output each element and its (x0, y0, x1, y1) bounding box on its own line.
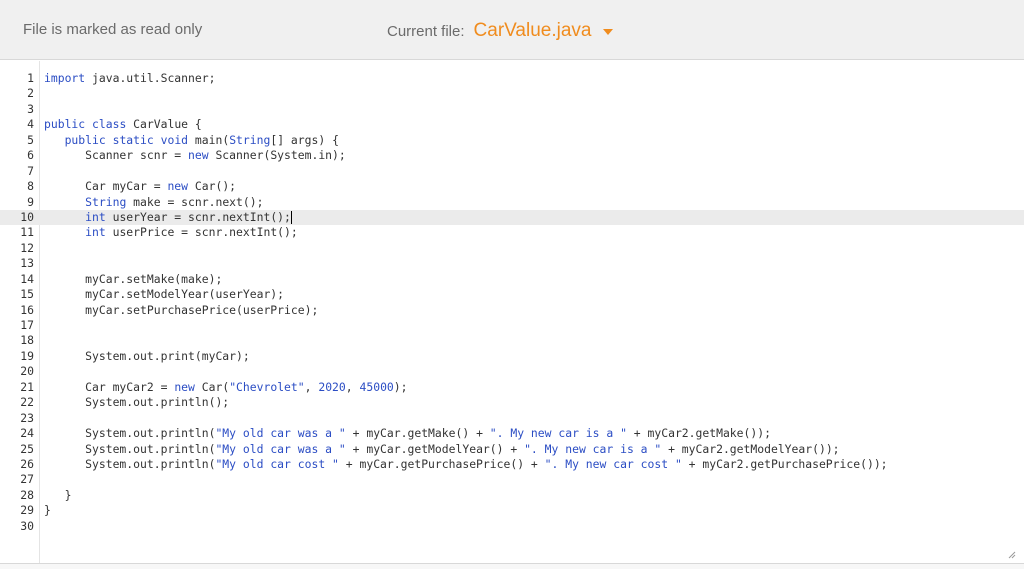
code-text[interactable]: System.out.print(myCar); (44, 349, 250, 364)
code-line[interactable]: 23 (0, 411, 1024, 426)
code-text[interactable]: } (44, 488, 72, 503)
line-number: 22 (20, 395, 34, 410)
code-line[interactable]: 16 myCar.setPurchasePrice(userPrice); (0, 303, 1024, 318)
code-line[interactable]: 14 myCar.setMake(make); (0, 272, 1024, 287)
code-text[interactable]: import java.util.Scanner; (44, 71, 215, 86)
code-line[interactable]: 22 System.out.println(); (0, 395, 1024, 410)
code-editor[interactable]: 1 import java.util.Scanner; 2 3 4 public clas… (0, 61, 1024, 563)
line-number: 21 (20, 379, 34, 394)
code-text[interactable]: myCar.setPurchasePrice(userPrice); (44, 303, 318, 318)
code-line[interactable]: 18 (0, 333, 1024, 348)
line-number: 17 (20, 318, 34, 332)
line-number: 8 (27, 179, 34, 194)
code-line[interactable]: 21 Car myCar2 = new Car("Chevrolet", 202… (0, 380, 1024, 395)
code-line[interactable]: 20 (0, 364, 1024, 379)
code-text[interactable]: Scanner scnr = new Scanner(System.in); (44, 148, 346, 163)
code-line[interactable]: 1 import java.util.Scanner; (0, 71, 1024, 86)
line-number: 13 (20, 256, 34, 271)
code-text[interactable]: public class CarValue { (44, 117, 202, 132)
code-line[interactable]: 5 public static void main(String[] args)… (0, 133, 1024, 148)
code-text[interactable]: Car myCar = new Car(); (44, 179, 236, 194)
code-line[interactable]: 8 Car myCar = new Car(); (0, 179, 1024, 194)
chevron-down-icon[interactable] (603, 29, 614, 35)
line-number: 20 (20, 364, 34, 379)
code-line[interactable]: 6 Scanner scnr = new Scanner(System.in); (0, 148, 1024, 163)
line-number: 27 (20, 472, 34, 487)
line-number: 19 (20, 348, 34, 363)
line-number: 15 (20, 287, 34, 302)
code-text[interactable]: System.out.println("My old car cost " + … (44, 457, 887, 472)
line-number: 30 (20, 518, 34, 533)
line-number: 29 (20, 503, 34, 518)
line-number: 5 (27, 132, 34, 147)
code-line[interactable]: 19 System.out.print(myCar); (0, 349, 1024, 364)
resize-grip-icon[interactable] (1008, 551, 1016, 559)
code-line[interactable]: 12 (0, 241, 1024, 256)
line-number: 16 (20, 302, 34, 317)
line-number: 7 (27, 163, 34, 178)
code-text[interactable]: System.out.println(); (44, 395, 229, 410)
line-number: 1 (27, 71, 34, 85)
code-line[interactable]: 28 } (0, 488, 1024, 503)
readonly-notice: File is marked as read only (23, 21, 203, 38)
code-text[interactable]: public static void main(String[] args) { (44, 133, 339, 148)
line-number: 18 (20, 333, 34, 348)
line-number: 9 (27, 194, 34, 209)
code-line[interactable]: 4 public class CarValue { (0, 117, 1024, 132)
code-line[interactable]: 30 (0, 519, 1024, 534)
code-text[interactable]: Car myCar2 = new Car("Chevrolet", 2020, … (44, 380, 407, 395)
code-line[interactable]: 24 System.out.println("My old car was a … (0, 426, 1024, 441)
line-number: 3 (27, 101, 34, 116)
line-number: 26 (20, 456, 34, 471)
line-number: 6 (27, 148, 34, 163)
editor-header: File is marked as read only Current file… (0, 0, 1024, 60)
code-text[interactable]: System.out.println("My old car was a " +… (44, 426, 771, 441)
code-text[interactable]: String make = scnr.next(); (44, 195, 263, 210)
code-line[interactable]: 9 String make = scnr.next(); (0, 195, 1024, 210)
text-cursor (290, 210, 292, 224)
code-line[interactable]: 15 myCar.setModelYear(userYear); (0, 287, 1024, 302)
editor-bottom-border (0, 563, 1024, 569)
code-line[interactable]: 17 (0, 318, 1024, 333)
code-text[interactable]: myCar.setModelYear(userYear); (44, 287, 284, 302)
line-number: 28 (20, 487, 34, 502)
code-line[interactable]: 7 (0, 164, 1024, 179)
code-line[interactable]: 10 int userYear = scnr.nextInt(); (0, 209, 1024, 226)
line-number: 25 (20, 441, 34, 456)
line-number: 12 (20, 240, 34, 255)
line-number: 14 (20, 271, 34, 286)
line-number: 10 (20, 209, 34, 224)
current-file-name[interactable]: CarValue.java (474, 20, 592, 42)
line-number: 4 (27, 117, 34, 132)
line-number: 11 (20, 225, 34, 240)
code-text[interactable]: System.out.println("My old car was a " +… (44, 442, 839, 457)
current-file-selector[interactable]: Current file: CarValue.java (387, 20, 614, 42)
code-line[interactable]: 27 (0, 472, 1024, 487)
code-line[interactable]: 11 int userPrice = scnr.nextInt(); (0, 225, 1024, 240)
code-text[interactable]: int userYear = scnr.nextInt(); (44, 210, 292, 225)
code-text[interactable]: } (44, 503, 51, 518)
line-number: 23 (20, 410, 34, 425)
code-text[interactable]: myCar.setMake(make); (44, 272, 222, 287)
code-line[interactable]: 26 System.out.println("My old car cost "… (0, 457, 1024, 472)
code-lines: 1 import java.util.Scanner; 2 3 4 public clas… (0, 71, 1024, 534)
code-line[interactable]: 25 System.out.println("My old car was a … (0, 442, 1024, 457)
line-number: 24 (20, 426, 34, 441)
code-text[interactable]: int userPrice = scnr.nextInt(); (44, 225, 298, 240)
code-line[interactable]: 3 (0, 102, 1024, 117)
current-file-label: Current file: (387, 23, 465, 40)
line-number: 2 (27, 86, 34, 101)
code-line[interactable]: 13 (0, 256, 1024, 271)
code-line[interactable]: 29} (0, 503, 1024, 518)
code-line[interactable]: 2 (0, 86, 1024, 101)
